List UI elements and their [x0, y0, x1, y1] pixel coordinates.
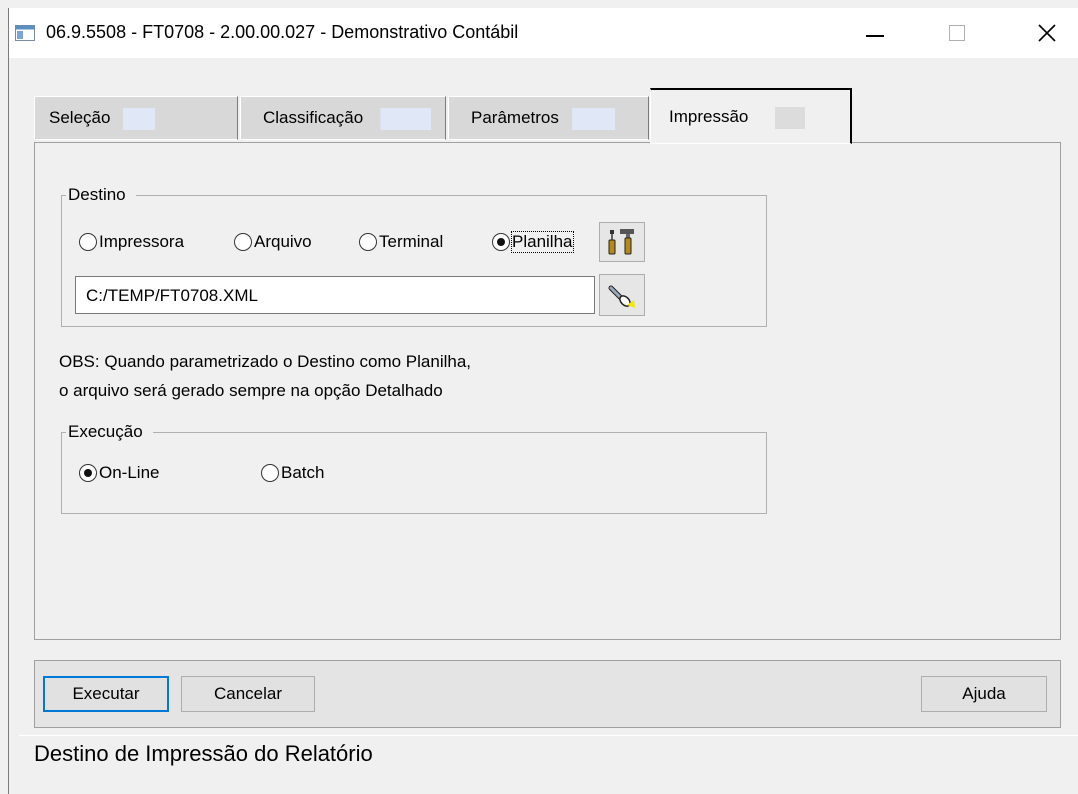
tab-label: Impressão	[669, 107, 805, 129]
tab-label: Classificação	[263, 108, 431, 130]
radio-circle	[261, 464, 279, 482]
file-path-input[interactable]: C:/TEMP/FT0708.XML	[75, 276, 595, 314]
cancelar-button[interactable]: Cancelar	[181, 676, 315, 712]
radio-circle-selected	[492, 233, 510, 251]
radio-label: Arquivo	[254, 232, 312, 251]
tab-label: Seleção	[49, 108, 155, 130]
status-divider	[19, 735, 1078, 736]
status-bar-text: Destino de Impressão do Relatório	[34, 741, 373, 766]
radio-label: Planilha	[511, 231, 574, 253]
minimize-button[interactable]	[845, 8, 905, 58]
radio-circle-selected	[79, 464, 97, 482]
radio-label: Impressora	[99, 232, 185, 251]
radio-circle	[79, 233, 97, 251]
app-window-icon	[15, 25, 35, 41]
radio-online[interactable]: On-Line	[79, 463, 159, 483]
tab-selecao[interactable]: Seleção	[34, 96, 238, 140]
tab-label: Parâmetros	[471, 108, 615, 130]
tab-parametros[interactable]: Parâmetros	[448, 96, 649, 140]
radio-circle	[234, 233, 252, 251]
execucao-legend: Execução	[68, 422, 143, 441]
radio-batch[interactable]: Batch	[261, 463, 324, 483]
maximize-button[interactable]	[927, 8, 987, 58]
radio-circle	[359, 233, 377, 251]
radio-label: Terminal	[379, 232, 444, 251]
ajuda-button[interactable]: Ajuda	[921, 676, 1047, 712]
close-icon	[1038, 24, 1056, 42]
title-bar: 06.9.5508 - FT0708 - 2.00.00.027 - Demon…	[9, 8, 1078, 58]
destino-legend: Destino	[68, 185, 126, 204]
executar-button[interactable]: Executar	[43, 676, 169, 712]
tab-classificacao[interactable]: Classificação	[240, 96, 446, 140]
radio-label: On-Line	[99, 463, 160, 482]
spreadsheet-config-button[interactable]	[599, 222, 645, 262]
flashlight-icon	[608, 285, 635, 308]
execucao-group: Execução	[61, 422, 767, 514]
radio-impressora[interactable]: Impressora	[79, 232, 184, 252]
tab-impressao[interactable]: Impressão	[650, 88, 852, 144]
radio-label: Batch	[281, 463, 325, 482]
close-button[interactable]	[1017, 8, 1077, 58]
obs-line-2: o arquivo será gerado sempre na opção De…	[59, 381, 443, 400]
app-window: 06.9.5508 - FT0708 - 2.00.00.027 - Demon…	[8, 8, 1078, 794]
minimize-icon	[866, 35, 884, 37]
obs-line-1: OBS: Quando parametrizado o Destino como…	[59, 352, 472, 371]
radio-terminal[interactable]: Terminal	[359, 232, 443, 252]
radio-arquivo[interactable]: Arquivo	[234, 232, 312, 252]
browse-file-button[interactable]	[599, 274, 645, 316]
tools-icon	[608, 229, 634, 255]
radio-planilha[interactable]: Planilha	[492, 231, 574, 253]
window-title: 06.9.5508 - FT0708 - 2.00.00.027 - Demon…	[46, 22, 519, 42]
maximize-icon	[949, 25, 965, 41]
